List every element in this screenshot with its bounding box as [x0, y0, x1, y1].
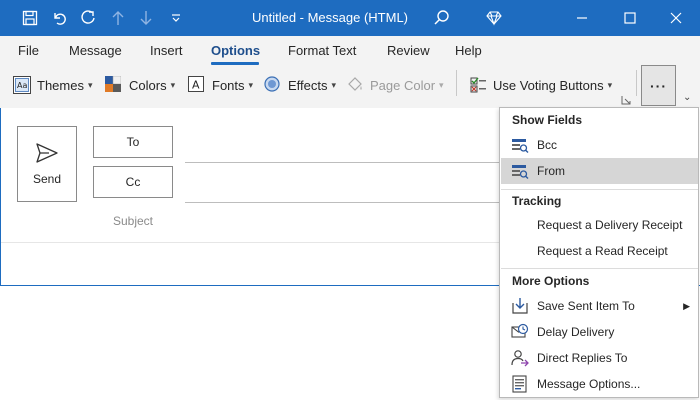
- send-icon: [36, 143, 58, 163]
- toolbar-separator: [456, 70, 457, 96]
- menu-item-save-sent[interactable]: Save Sent Item To ▶: [501, 293, 698, 319]
- send-label: Send: [32, 172, 62, 186]
- menu-item-delivery-receipt[interactable]: Request a Delivery Receipt: [501, 212, 698, 238]
- tab-insert[interactable]: Insert: [150, 43, 183, 58]
- menu-item-label: Direct Replies To: [537, 351, 628, 365]
- voting-buttons-button[interactable]: Use Voting Buttons ▾: [469, 74, 612, 96]
- toolbar-separator: [636, 70, 637, 96]
- menu-item-label: Delay Delivery: [537, 325, 615, 339]
- direct-replies-icon: [511, 349, 529, 367]
- themes-label: Themes: [37, 77, 84, 93]
- bcc-icon: [511, 136, 529, 154]
- chevron-down-icon: ▾: [331, 79, 337, 90]
- fonts-label: Fonts: [212, 77, 245, 93]
- menu-item-label: Request a Delivery Receipt: [537, 218, 683, 232]
- window-title: Untitled - Message (HTML): [251, 10, 409, 25]
- to-button[interactable]: To: [93, 126, 173, 158]
- menu-item-bcc[interactable]: Bcc: [501, 132, 698, 158]
- voting-buttons-label: Use Voting Buttons: [493, 77, 604, 93]
- ribbon-toolbar: Aa Themes▾ Colors▾ A Fonts▾ Effects▾: [0, 68, 700, 100]
- svg-text:A: A: [192, 79, 200, 92]
- menu-item-label: Bcc: [537, 138, 558, 152]
- menu-item-label: From: [537, 164, 565, 178]
- section-show-fields: Show Fields: [512, 113, 583, 127]
- maximize-icon[interactable]: [618, 6, 642, 30]
- menu-item-label: Request a Read Receipt: [537, 244, 668, 258]
- menu-item-direct-replies[interactable]: Direct Replies To: [501, 345, 698, 371]
- more-commands-menu: Show Fields Bcc From Tracking Request a …: [499, 107, 699, 398]
- section-more-options: More Options: [512, 274, 590, 288]
- minimize-icon[interactable]: [570, 6, 594, 30]
- voting-icon: [469, 76, 487, 94]
- menu-item-delay-delivery[interactable]: Delay Delivery: [501, 319, 698, 345]
- page-color-label: Page Color: [370, 77, 436, 93]
- chevron-down-icon: ▾: [87, 79, 93, 90]
- menu-item-message-options[interactable]: Message Options...: [501, 371, 698, 397]
- subject-label: Subject: [112, 214, 154, 228]
- menu-divider: [501, 189, 698, 190]
- title-bar: Untitled - Message (HTML): [0, 0, 700, 36]
- to-field[interactable]: [185, 162, 500, 163]
- tab-message[interactable]: Message: [69, 43, 122, 58]
- send-button[interactable]: Send: [17, 126, 77, 202]
- close-icon[interactable]: [664, 6, 688, 30]
- tab-help[interactable]: Help: [455, 43, 482, 58]
- colors-icon: [105, 75, 123, 94]
- search-icon[interactable]: [430, 6, 454, 30]
- tab-format-text[interactable]: Format Text: [288, 43, 356, 58]
- ribbon-tabs: File Message Insert Options Format Text …: [0, 36, 700, 65]
- page-color-button[interactable]: Page Color ▾: [346, 74, 444, 96]
- svg-text:Aa: Aa: [17, 81, 27, 90]
- colors-button[interactable]: Colors ▾: [105, 74, 175, 96]
- chevron-down-icon: ▾: [248, 79, 254, 90]
- tab-file[interactable]: File: [18, 43, 39, 58]
- effects-label: Effects: [288, 77, 328, 93]
- menu-item-from[interactable]: From: [501, 158, 698, 184]
- colors-label: Colors: [129, 77, 167, 93]
- chevron-down-icon: ▾: [170, 79, 176, 90]
- more-commands-button[interactable]: ···: [641, 65, 676, 106]
- ribbon: File Message Insert Options Format Text …: [0, 36, 700, 108]
- active-tab-indicator: [211, 62, 259, 65]
- effects-icon: [264, 76, 282, 94]
- message-options-icon: [511, 375, 529, 393]
- collapse-ribbon-icon[interactable]: ⌄: [683, 92, 691, 103]
- fonts-icon: A: [188, 76, 206, 94]
- themes-button[interactable]: Aa Themes ▾: [13, 74, 93, 96]
- cc-button[interactable]: Cc: [93, 166, 173, 198]
- delay-delivery-icon: [511, 323, 529, 341]
- cc-field[interactable]: [185, 202, 500, 203]
- message-body-divider: [1, 242, 500, 243]
- dialog-launcher-icon[interactable]: [621, 93, 631, 105]
- effects-button[interactable]: Effects ▾: [264, 74, 336, 96]
- menu-item-label: Save Sent Item To: [537, 299, 635, 313]
- fonts-button[interactable]: A Fonts ▾: [188, 74, 253, 96]
- submenu-arrow-icon: ▶: [683, 301, 690, 311]
- menu-item-label: Message Options...: [537, 377, 641, 391]
- menu-item-read-receipt[interactable]: Request a Read Receipt: [501, 238, 698, 264]
- tab-options[interactable]: Options: [211, 43, 260, 58]
- paint-bucket-icon: [346, 76, 364, 94]
- themes-icon: Aa: [13, 76, 31, 94]
- chevron-down-icon: ▾: [607, 79, 613, 90]
- section-tracking: Tracking: [512, 194, 562, 208]
- save-sent-icon: [511, 297, 529, 315]
- chevron-down-icon: ▾: [439, 79, 444, 90]
- diamond-icon[interactable]: [482, 6, 506, 30]
- menu-divider: [501, 268, 698, 269]
- from-icon: [511, 162, 529, 180]
- tab-review[interactable]: Review: [387, 43, 430, 58]
